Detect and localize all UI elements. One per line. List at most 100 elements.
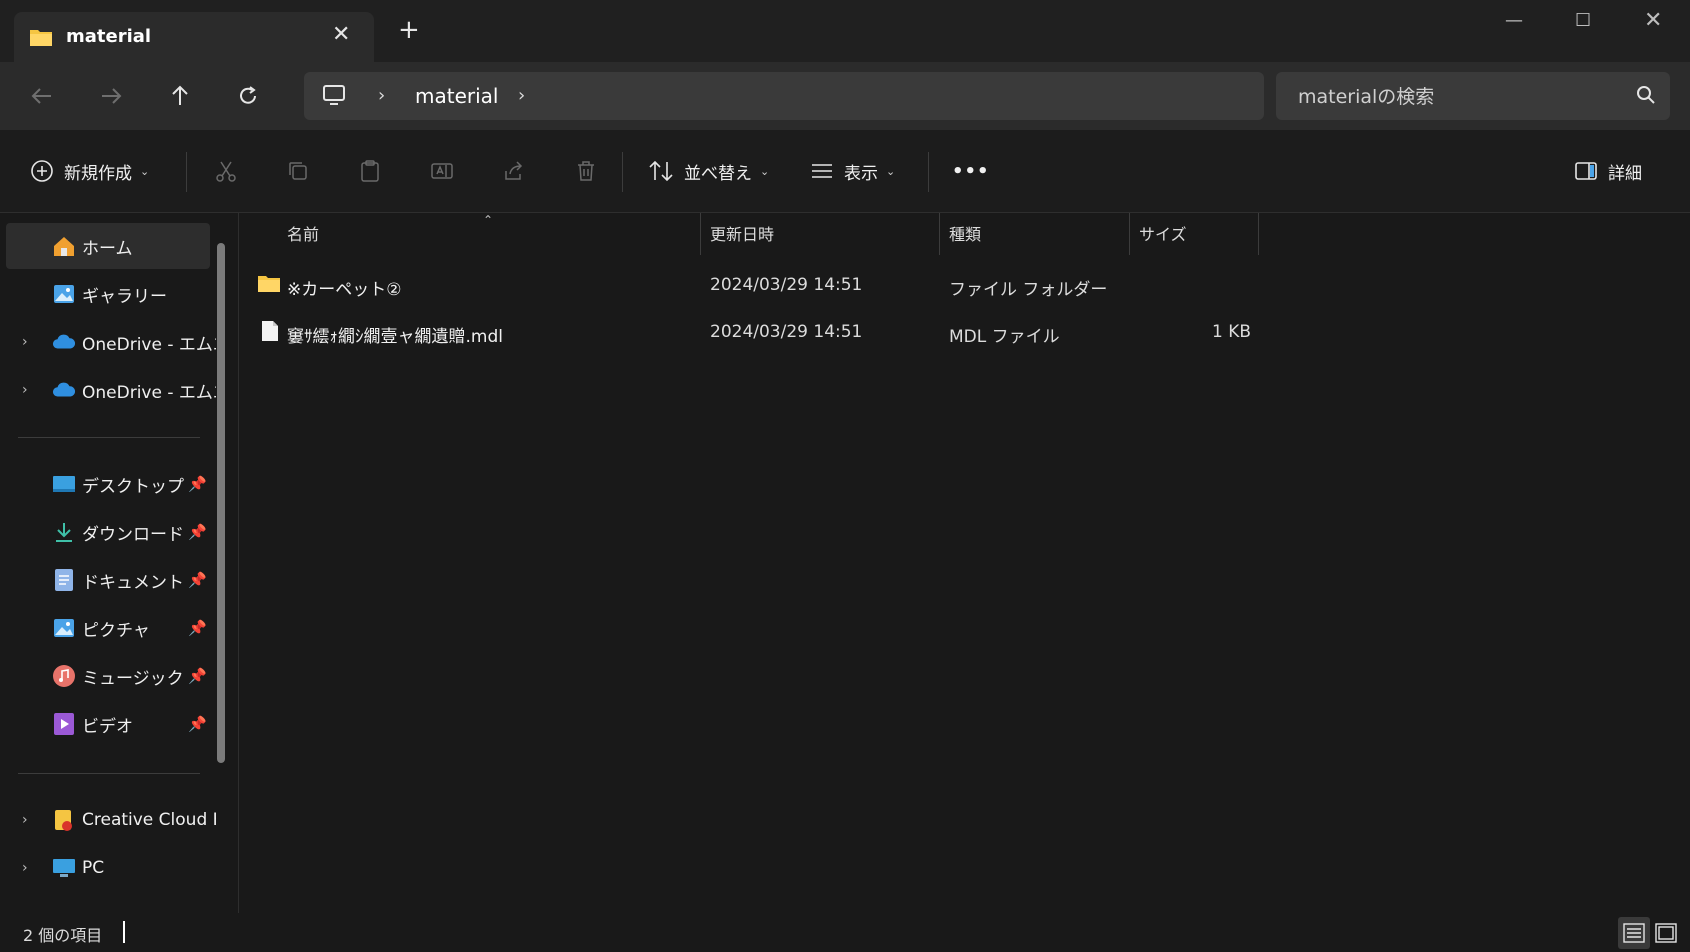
chevron-right-icon[interactable]: ›: [378, 85, 385, 106]
pin-icon[interactable]: 📌: [188, 571, 207, 589]
sidebar-item-videos[interactable]: ビデオ 📌: [6, 701, 210, 747]
plus-circle-icon: [31, 160, 53, 182]
sidebar-item-desktop[interactable]: デスクトップ 📌: [6, 461, 210, 507]
copy-button[interactable]: [286, 130, 310, 212]
sidebar-divider: [18, 437, 200, 438]
rename-icon: [431, 163, 453, 179]
search-icon[interactable]: [1636, 85, 1656, 109]
sidebar-item-creative-cloud[interactable]: › Creative Cloud F: [6, 797, 216, 843]
text-cursor: [123, 921, 125, 943]
tiles-view-button[interactable]: [1650, 917, 1682, 949]
back-button[interactable]: [26, 80, 58, 112]
file-icon: [261, 320, 279, 347]
chevron-right-icon[interactable]: ›: [518, 85, 525, 106]
search-input[interactable]: [1296, 82, 1620, 112]
column-divider[interactable]: [1258, 213, 1259, 255]
trash-icon: [578, 161, 594, 181]
file-type: ファイル フォルダー: [949, 280, 1108, 300]
paste-button[interactable]: [358, 130, 382, 212]
picture-icon: [52, 616, 76, 640]
sidebar-item-music[interactable]: ミュージック 📌: [6, 653, 210, 699]
maximize-button[interactable]: ☐: [1575, 10, 1591, 31]
sidebar-item-label: ホーム: [82, 238, 133, 259]
view-label: 表示: [844, 163, 878, 184]
separator: [622, 152, 623, 192]
tab-close-icon[interactable]: ✕: [332, 22, 350, 47]
pin-icon[interactable]: 📌: [188, 475, 207, 493]
details-label: 詳細: [1608, 163, 1642, 184]
rename-button[interactable]: [430, 130, 454, 212]
chevron-down-icon: ⌄: [886, 164, 896, 178]
column-header-size[interactable]: サイズ: [1139, 213, 1187, 253]
separator: [186, 152, 187, 192]
view-button[interactable]: 表示 ⌄: [810, 130, 895, 212]
pin-icon[interactable]: 📌: [188, 523, 207, 541]
gallery-icon: [52, 282, 76, 306]
refresh-button[interactable]: [232, 80, 264, 112]
sort-icon: [649, 160, 673, 182]
sidebar-item-gallery[interactable]: ギャラリー: [6, 271, 210, 317]
sidebar-item-onedrive-1[interactable]: › OneDrive - エムエ: [6, 319, 216, 365]
sidebar-item-label: ギャラリー: [82, 286, 167, 307]
chevron-right-icon[interactable]: ›: [22, 860, 28, 876]
details-view-icon: [1623, 923, 1645, 943]
column-header-type[interactable]: 種類: [949, 213, 981, 253]
cut-button[interactable]: [214, 130, 238, 212]
sidebar-scrollbar[interactable]: [217, 243, 225, 763]
minimize-button[interactable]: —: [1505, 10, 1523, 31]
sidebar-item-pictures[interactable]: ピクチャ 📌: [6, 605, 210, 651]
new-tab-button[interactable]: +: [398, 17, 420, 43]
sort-button[interactable]: 並べ替え ⌄: [648, 130, 769, 212]
command-bar: 新規作成 ⌄ 並べ替え ⌄ 表示 ⌄ ••• 詳細: [0, 130, 1690, 213]
share-button[interactable]: [502, 130, 526, 212]
pin-icon[interactable]: 📌: [188, 667, 207, 685]
close-window-button[interactable]: ✕: [1644, 8, 1662, 33]
column-divider[interactable]: [1129, 213, 1130, 255]
file-size: 1 KB: [1211, 322, 1251, 342]
monitor-icon[interactable]: [322, 84, 346, 110]
sidebar-item-pc[interactable]: › PC: [6, 845, 210, 891]
chevron-right-icon[interactable]: ›: [22, 334, 28, 350]
new-label: 新規作成: [64, 163, 132, 184]
item-count: 2 個の項目: [23, 926, 103, 945]
file-modified: 2024/03/29 14:51: [710, 322, 863, 342]
download-icon: [52, 520, 76, 544]
chevron-right-icon[interactable]: ›: [22, 812, 28, 828]
breadcrumb-material[interactable]: material: [415, 84, 498, 108]
delete-button[interactable]: [574, 130, 598, 212]
home-icon: [52, 234, 76, 258]
column-divider[interactable]: [700, 213, 701, 255]
column-divider[interactable]: [939, 213, 940, 255]
separator: [928, 152, 929, 192]
forward-button[interactable]: [95, 80, 127, 112]
pin-icon[interactable]: 📌: [188, 619, 207, 637]
details-view-button[interactable]: [1618, 917, 1650, 949]
sidebar-item-downloads[interactable]: ダウンロード 📌: [6, 509, 210, 555]
sidebar-item-home[interactable]: ホーム: [6, 223, 210, 269]
address-bar[interactable]: › material ›: [304, 72, 1264, 120]
pin-icon[interactable]: 📌: [188, 715, 207, 733]
file-row[interactable]: 窶ｻ繧ｫ繝ｼ繝壹ャ繝遺贈.mdl 2024/03/29 14:51 MDL ファ…: [239, 310, 1251, 354]
file-row[interactable]: ※カーペット② 2024/03/29 14:51 ファイル フォルダー: [239, 263, 1239, 307]
arrow-up-icon: [172, 85, 188, 105]
file-list: ⌃ 名前 更新日時 種類 サイズ ※カーペット② 2024/03/29 14:5…: [239, 213, 1690, 913]
column-header-modified[interactable]: 更新日時: [710, 213, 774, 253]
chevron-right-icon[interactable]: ›: [22, 382, 28, 398]
sidebar-item-onedrive-2[interactable]: › OneDrive - エムエ: [6, 367, 216, 413]
document-icon: [52, 568, 76, 592]
new-button[interactable]: 新規作成 ⌄: [30, 130, 149, 212]
sort-label: 並べ替え: [684, 163, 752, 184]
up-button[interactable]: [164, 80, 196, 112]
file-type: MDL ファイル: [949, 327, 1060, 347]
folder-icon: [257, 273, 281, 298]
title-bar: material ✕ + — ☐ ✕: [0, 0, 1690, 62]
column-header-name[interactable]: 名前: [287, 213, 319, 253]
more-options-button[interactable]: •••: [952, 130, 990, 212]
sidebar-item-documents[interactable]: ドキュメント 📌: [6, 557, 210, 603]
pc-icon: [52, 856, 76, 880]
search-box[interactable]: [1276, 72, 1670, 120]
cloud-icon: [52, 330, 76, 354]
video-icon: [52, 712, 76, 736]
tab-material[interactable]: material ✕: [14, 12, 374, 62]
details-pane-button[interactable]: 詳細: [1574, 130, 1642, 212]
